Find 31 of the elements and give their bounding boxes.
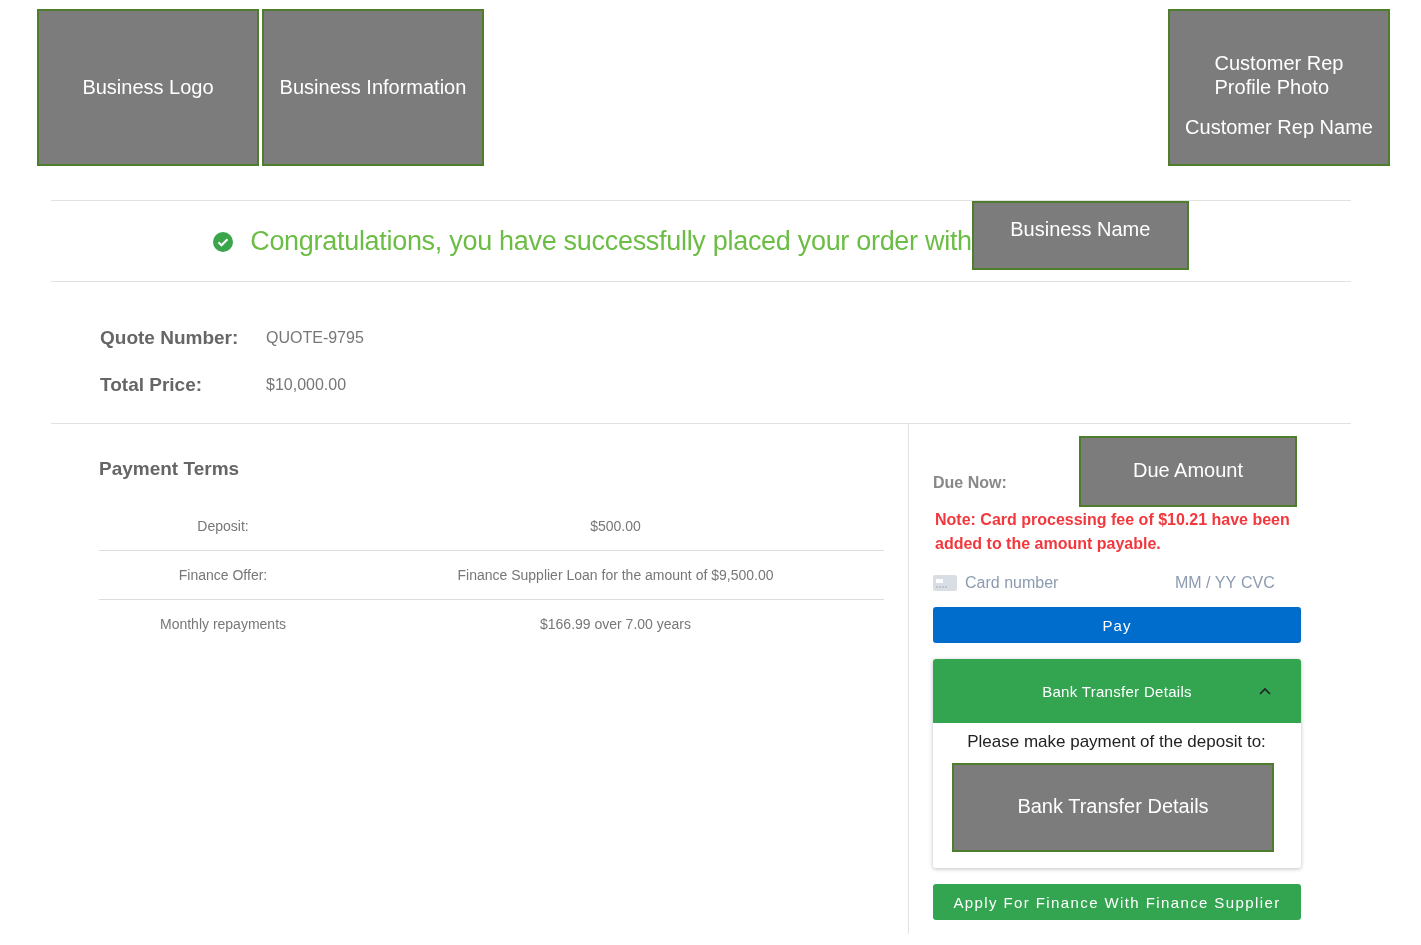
table-cell-text: $166.99 over 7.00 years — [539, 616, 692, 632]
bank-accordion-header[interactable]: Bank Transfer Details — [933, 659, 1301, 723]
cvc-field[interactable]: CVC — [1241, 574, 1281, 592]
table-cell-text: Finance Supplier Loan for the amount of $9,500.00 — [456, 567, 775, 583]
due-label: Due Now: — [933, 472, 1008, 492]
pay-button[interactable]: Pay — [933, 607, 1301, 643]
overlay-label: Business Name — [1010, 218, 1151, 241]
overlay-label: Bank Transfer Details — [1017, 795, 1209, 818]
overlay-label: Business Logo — [82, 76, 214, 99]
section-title: Payment Terms — [99, 458, 241, 480]
expiry-field[interactable]: MM / YY — [1175, 574, 1241, 592]
fee-note: Note: Card processing fee of $10.21 have been added to the amount payable. — [934, 510, 1291, 554]
chevron-icon — [1259, 687, 1271, 695]
overlay-label: Customer Rep Profile Photo — [1214, 51, 1344, 99]
success-message: Congratulations, you have successfully placed your order with — [250, 226, 972, 257]
table-cell-text: Deposit: — [196, 518, 250, 534]
table-cell-text: Finance Offer: — [177, 567, 269, 583]
table-cell-text: $500.00 — [589, 518, 642, 534]
summary-label: Quote Number: — [100, 327, 240, 349]
overlay-label: Business Information — [279, 76, 467, 99]
summary-value: $10,000.00 — [266, 376, 347, 394]
overlay-label: Customer Rep Name — [1185, 115, 1373, 139]
check-icon — [213, 232, 234, 252]
bank-intro: Please make payment of the deposit to: — [966, 732, 1267, 752]
overlay-label: Due Amount — [1132, 458, 1244, 482]
summary-value: QUOTE-9795 — [266, 329, 364, 347]
finance-button[interactable]: Apply For Finance With Finance Supplier — [933, 884, 1301, 920]
card-number-field[interactable]: Card number — [965, 574, 1175, 592]
card-icon — [933, 575, 957, 591]
table-cell-text: Monthly repayments — [158, 616, 288, 632]
summary-label: Total Price: — [100, 374, 204, 396]
